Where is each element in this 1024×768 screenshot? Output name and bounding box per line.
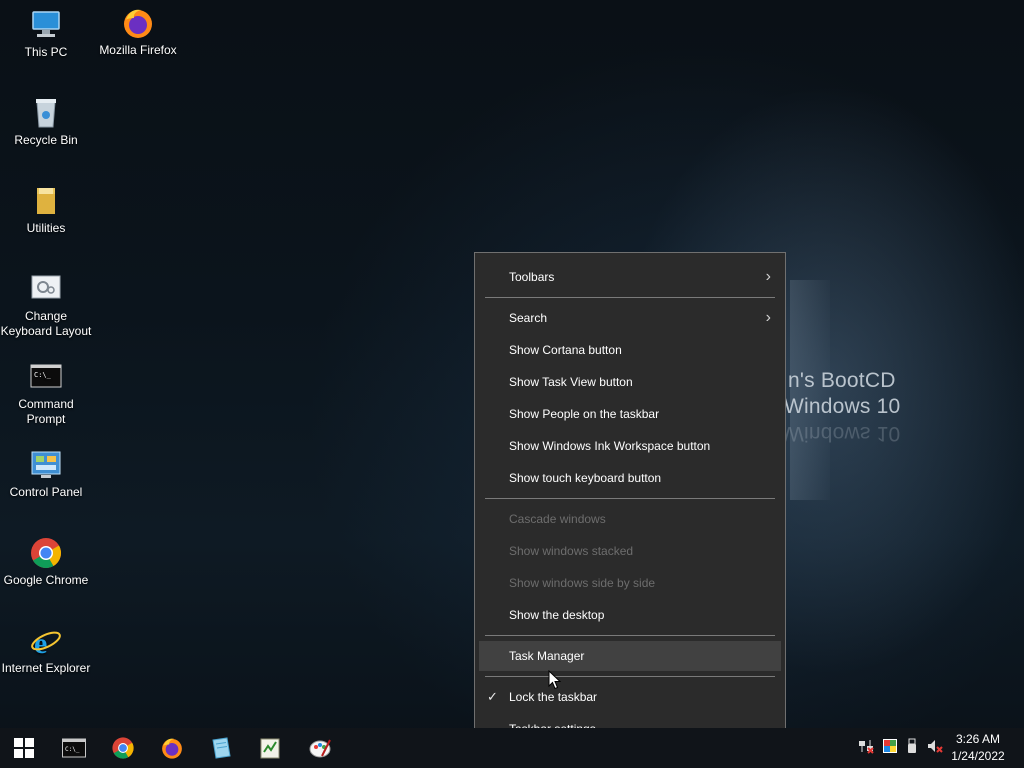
internet-explorer-icon: e xyxy=(29,624,63,660)
system-tray xyxy=(858,728,944,768)
taskbar-paint[interactable] xyxy=(296,728,344,768)
desktop-icon-label: Control Panel xyxy=(9,485,83,499)
start-icon xyxy=(14,738,34,758)
desktop-icon-utilities[interactable]: Utilities xyxy=(0,184,92,236)
menu-item-label: Toolbars xyxy=(509,270,555,284)
menu-item-windows-side-by-side: Show windows side by side xyxy=(479,568,781,598)
taskbar-chrome[interactable] xyxy=(99,728,147,768)
network-icon[interactable] xyxy=(858,738,874,758)
taskbar: C:\_ 3:26 AM 1/24/2022 xyxy=(0,728,1024,768)
menu-item-label: Show People on the taskbar xyxy=(509,407,660,421)
checkmark-icon: ✓ xyxy=(487,689,498,704)
menu-item-label: Show the desktop xyxy=(509,608,605,622)
taskbar-clock[interactable]: 3:26 AM 1/24/2022 xyxy=(948,731,1008,765)
desktop-icon-google-chrome[interactable]: Google Chrome xyxy=(0,536,92,588)
chevron-right-icon: › xyxy=(765,309,771,326)
registry-editor-icon xyxy=(260,738,280,759)
menu-item-lock-taskbar[interactable]: ✓ Lock the taskbar xyxy=(479,682,781,712)
mouse-cursor-icon xyxy=(548,669,562,694)
menu-item-label: Show Windows Ink Workspace button xyxy=(509,439,711,453)
taskbar-notepad[interactable] xyxy=(197,728,245,768)
menu-item-task-manager[interactable]: Task Manager xyxy=(479,641,781,671)
menu-item-label: Show windows stacked xyxy=(509,544,634,558)
desktop-icon-label: Utilities xyxy=(26,221,66,235)
desktop-icon-this-pc[interactable]: This PC xyxy=(0,8,92,60)
wallpaper-line-1: n's BootCD xyxy=(788,369,896,392)
notepad-icon xyxy=(212,737,231,759)
folder-icon xyxy=(29,184,63,218)
wallpaper-line-2: Windows 10 xyxy=(784,395,901,418)
desktop-icon-label: Google Chrome xyxy=(3,573,89,587)
command-prompt-icon: C:\_ xyxy=(62,738,86,758)
recycle-bin-icon xyxy=(29,96,63,130)
menu-item-search[interactable]: Search › xyxy=(479,303,781,333)
wallpaper-text: n's BootCD Windows 10 Windows 10 xyxy=(784,368,900,446)
menu-item-label: Show Task View button xyxy=(509,375,633,389)
menu-item-label: Show touch keyboard button xyxy=(509,471,662,485)
paint-icon xyxy=(309,739,331,758)
taskbar-context-menu: Toolbars › Search › Show Cortana button … xyxy=(474,252,786,753)
firefox-icon xyxy=(121,6,155,40)
desktop-icon-label: Internet Explorer xyxy=(1,661,91,675)
clock-time: 3:26 AM xyxy=(955,732,1001,746)
menu-item-label: Task Manager xyxy=(509,649,585,663)
svg-text:e: e xyxy=(34,627,47,658)
svg-text:C:\_: C:\_ xyxy=(34,371,52,379)
menu-item-label: Cascade windows xyxy=(509,512,606,526)
taskbar-registry-editor[interactable] xyxy=(246,728,294,768)
desktop-icon-firefox[interactable]: Mozilla Firefox xyxy=(92,6,184,58)
chevron-right-icon: › xyxy=(765,268,771,285)
desktop-icon-recycle-bin[interactable]: Recycle Bin xyxy=(0,96,92,148)
clock-date: 1/24/2022 xyxy=(951,749,1005,763)
start-button[interactable] xyxy=(0,728,48,768)
desktop-icon-control-panel[interactable]: Control Panel xyxy=(0,448,92,500)
chrome-icon xyxy=(112,737,134,759)
menu-item-show-touch-keyboard[interactable]: Show touch keyboard button xyxy=(479,463,781,493)
wallpaper-reflection: Windows 10 xyxy=(784,422,901,445)
menu-item-show-people[interactable]: Show People on the taskbar xyxy=(479,399,781,429)
menu-item-toolbars[interactable]: Toolbars › xyxy=(479,262,781,292)
desktop-icon-label: Command Prompt xyxy=(18,397,74,426)
menu-item-windows-stacked: Show windows stacked xyxy=(479,536,781,566)
desktop-icon-label: Mozilla Firefox xyxy=(99,43,177,57)
menu-separator xyxy=(485,498,775,499)
computer-icon xyxy=(29,8,63,42)
keyboard-settings-icon xyxy=(29,272,63,306)
menu-item-show-desktop[interactable]: Show the desktop xyxy=(479,600,781,630)
menu-item-show-ink-workspace[interactable]: Show Windows Ink Workspace button xyxy=(479,431,781,461)
menu-item-label: Show Cortana button xyxy=(509,343,622,357)
volume-muted-icon[interactable] xyxy=(926,738,944,758)
desktop-icon-label: Change Keyboard Layout xyxy=(0,309,92,338)
desktop-icon-label: Recycle Bin xyxy=(14,133,78,147)
desktop-icon-command-prompt[interactable]: C:\_ Command Prompt xyxy=(0,360,92,427)
menu-item-label: Show windows side by side xyxy=(509,576,656,590)
menu-item-show-task-view-button[interactable]: Show Task View button xyxy=(479,367,781,397)
color-icon[interactable] xyxy=(882,738,898,758)
desktop-icon-label: This PC xyxy=(24,45,68,59)
control-panel-icon xyxy=(29,448,63,482)
svg-text:C:\_: C:\_ xyxy=(65,746,80,753)
menu-item-show-cortana-button[interactable]: Show Cortana button xyxy=(479,335,781,365)
chrome-icon xyxy=(29,536,63,570)
taskbar-firefox[interactable] xyxy=(148,728,196,768)
taskbar-command-prompt[interactable]: C:\_ xyxy=(50,728,98,768)
menu-separator xyxy=(485,635,775,636)
desktop-icon-change-keyboard-layout[interactable]: Change Keyboard Layout xyxy=(0,272,92,339)
firefox-icon xyxy=(162,738,182,759)
usb-icon[interactable] xyxy=(906,738,918,758)
menu-item-cascade-windows: Cascade windows xyxy=(479,504,781,534)
menu-separator xyxy=(485,676,775,677)
menu-item-label: Search xyxy=(509,311,548,325)
desktop-icon-internet-explorer[interactable]: e Internet Explorer xyxy=(0,624,92,676)
command-prompt-icon: C:\_ xyxy=(29,360,63,394)
menu-separator xyxy=(485,297,775,298)
